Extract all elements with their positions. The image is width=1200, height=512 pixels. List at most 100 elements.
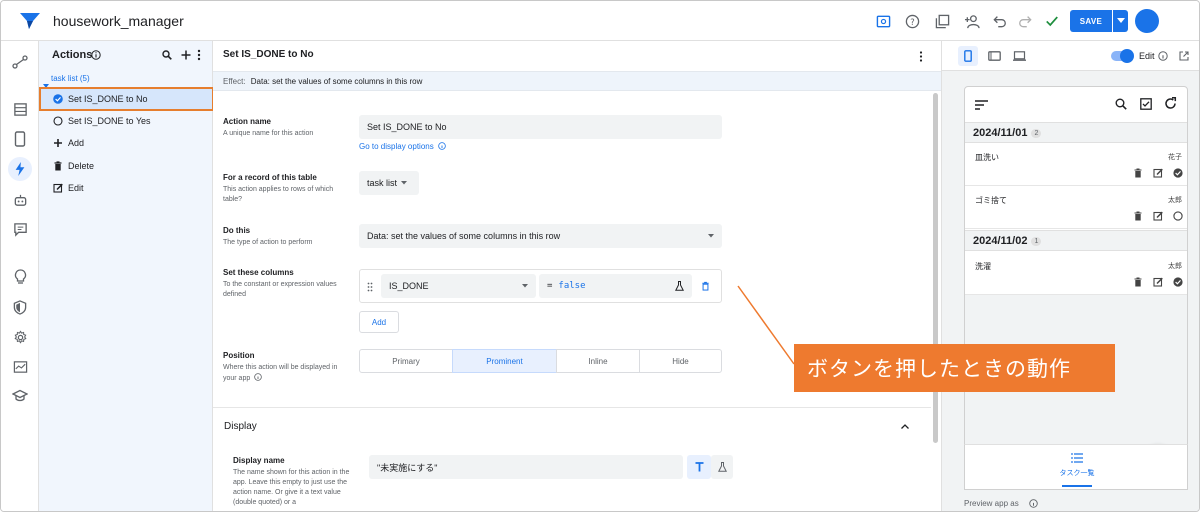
drag-handle-icon[interactable] [367,282,373,292]
actions-bolt-icon[interactable] [8,157,32,181]
task-row[interactable]: 皿洗い 花子 [965,143,1187,186]
edit-icon[interactable] [1153,211,1163,221]
user-avatar[interactable] [1135,9,1159,33]
do-this-label: Do this [223,226,251,235]
display-name-input[interactable]: "未実施にする" [369,455,683,479]
settings-gear-icon[interactable] [11,328,29,346]
column-select-value: IS_DONE [389,281,429,291]
share-icon[interactable] [963,12,981,30]
do-this-sub: The type of action to perform [223,239,313,246]
tablet-icon[interactable] [988,51,1001,61]
action-item-set-yes[interactable]: Set IS_DONE to Yes [53,116,151,126]
set-columns-label: Set these columns [223,268,294,277]
edit-icon [53,183,63,193]
expression-mode-button[interactable] [711,455,733,479]
not-done-circle-icon[interactable] [1173,211,1183,221]
open-external-icon[interactable] [1179,51,1189,61]
preview-toggle-icon[interactable] [874,12,892,30]
edit-toggle-label: Edit [1139,51,1155,61]
done-check-circle-icon[interactable] [1173,168,1183,178]
action-item-label: Add [68,138,85,148]
copy-app-icon[interactable] [933,12,951,30]
do-this-select[interactable]: Data: set the values of some columns in … [359,224,722,248]
delete-row-trash-icon[interactable] [701,281,710,291]
action-item-edit[interactable]: Edit [53,183,84,193]
action-item-label: Set IS_DONE to No [68,94,148,104]
effect-label: Effect: [223,77,246,86]
info-icon[interactable] [1029,499,1038,508]
text-mode-button[interactable] [687,455,711,479]
day-count-badge: 1 [1031,237,1042,246]
undo-icon[interactable] [991,12,1009,30]
action-item-add[interactable]: Add [53,138,84,148]
app-preview-panel: Edit 2024/11/01 2 皿洗い 花子 ゴミ捨て 太郎 2024/11… [941,41,1199,511]
search-icon[interactable] [1115,98,1127,110]
day-date: 2024/11/01 [973,127,1028,139]
add-icon[interactable] [181,50,191,60]
check-icon[interactable] [1043,12,1061,30]
day-group-header[interactable]: 2024/11/01 2 [965,122,1187,143]
action-name-label: Action name [223,117,272,126]
display-section-title: Display [224,421,257,432]
intelligence-chat-icon[interactable] [11,220,29,238]
refresh-icon[interactable] [1164,97,1177,110]
action-item-set-no[interactable]: Set IS_DONE to No [53,94,148,104]
day-group-header[interactable]: 2024/11/02 1 [965,230,1187,251]
column-select[interactable]: IS_DONE [381,274,536,298]
help-icon[interactable]: ? [903,12,921,30]
views-phone-icon[interactable] [11,130,29,148]
chevron-up-icon[interactable] [901,424,909,429]
monitor-chart-icon[interactable] [11,358,29,376]
edit-icon[interactable] [1153,168,1163,178]
position-inline[interactable]: Inline [556,349,640,373]
info-icon[interactable] [254,373,262,381]
trash-icon[interactable] [1133,277,1143,287]
info-icon[interactable] [1158,51,1168,61]
edit-toggle[interactable] [1111,49,1134,63]
display-options-link[interactable]: Go to display options [359,142,446,151]
edit-icon[interactable] [1153,277,1163,287]
trash-icon[interactable] [1133,168,1143,178]
add-column-button[interactable]: Add [359,311,399,333]
lightbulb-icon[interactable] [11,268,29,286]
search-icon[interactable] [162,50,172,60]
preview-as-label: Preview app as [964,499,1019,508]
action-name-input[interactable]: Set IS_DONE to No [359,115,722,139]
info-icon[interactable] [91,50,101,60]
task-list-group[interactable]: task list (5) [51,74,90,83]
task-row[interactable]: ゴミ捨て 太郎 [965,186,1187,229]
done-check-circle-icon[interactable] [1173,277,1183,287]
do-this-select-value: Data: set the values of some columns in … [367,231,561,241]
select-checkbox-icon[interactable] [1140,98,1152,110]
redo-icon[interactable] [1016,12,1034,30]
save-button[interactable]: SAVE [1070,10,1112,32]
save-dropdown-button[interactable] [1113,10,1128,32]
bot-icon[interactable] [11,191,29,209]
menu-sort-icon[interactable] [975,100,988,110]
left-rail [1,41,39,511]
learn-cap-icon[interactable] [11,387,29,405]
editor-title: Set IS_DONE to No [223,49,314,60]
security-shield-icon[interactable] [11,298,29,316]
task-row[interactable]: 洗濯 太郎 [965,252,1187,295]
position-primary[interactable]: Primary [359,349,453,373]
more-vert-icon[interactable] [919,51,923,62]
radio-circle-icon [53,116,63,126]
position-hide[interactable]: Hide [639,349,722,373]
action-item-label: Delete [68,161,95,171]
data-icon[interactable] [11,100,29,118]
task-name: 皿洗い [975,153,999,162]
expression-equals: = [547,281,553,291]
nav-task-list-label[interactable]: タスク一覧 [965,468,1189,478]
flask-icon[interactable] [675,281,684,291]
action-item-delete[interactable]: Delete [53,161,94,171]
trash-icon[interactable] [1133,211,1143,221]
expression-field[interactable]: = false [539,274,692,298]
more-vert-icon[interactable] [196,49,202,61]
list-icon[interactable] [1071,453,1083,463]
position-prominent[interactable]: Prominent [452,349,557,373]
table-select[interactable]: task list [359,171,419,195]
desktop-icon[interactable] [1013,51,1026,61]
mobile-view-button[interactable] [958,46,978,66]
automation-path-icon[interactable] [11,53,29,71]
